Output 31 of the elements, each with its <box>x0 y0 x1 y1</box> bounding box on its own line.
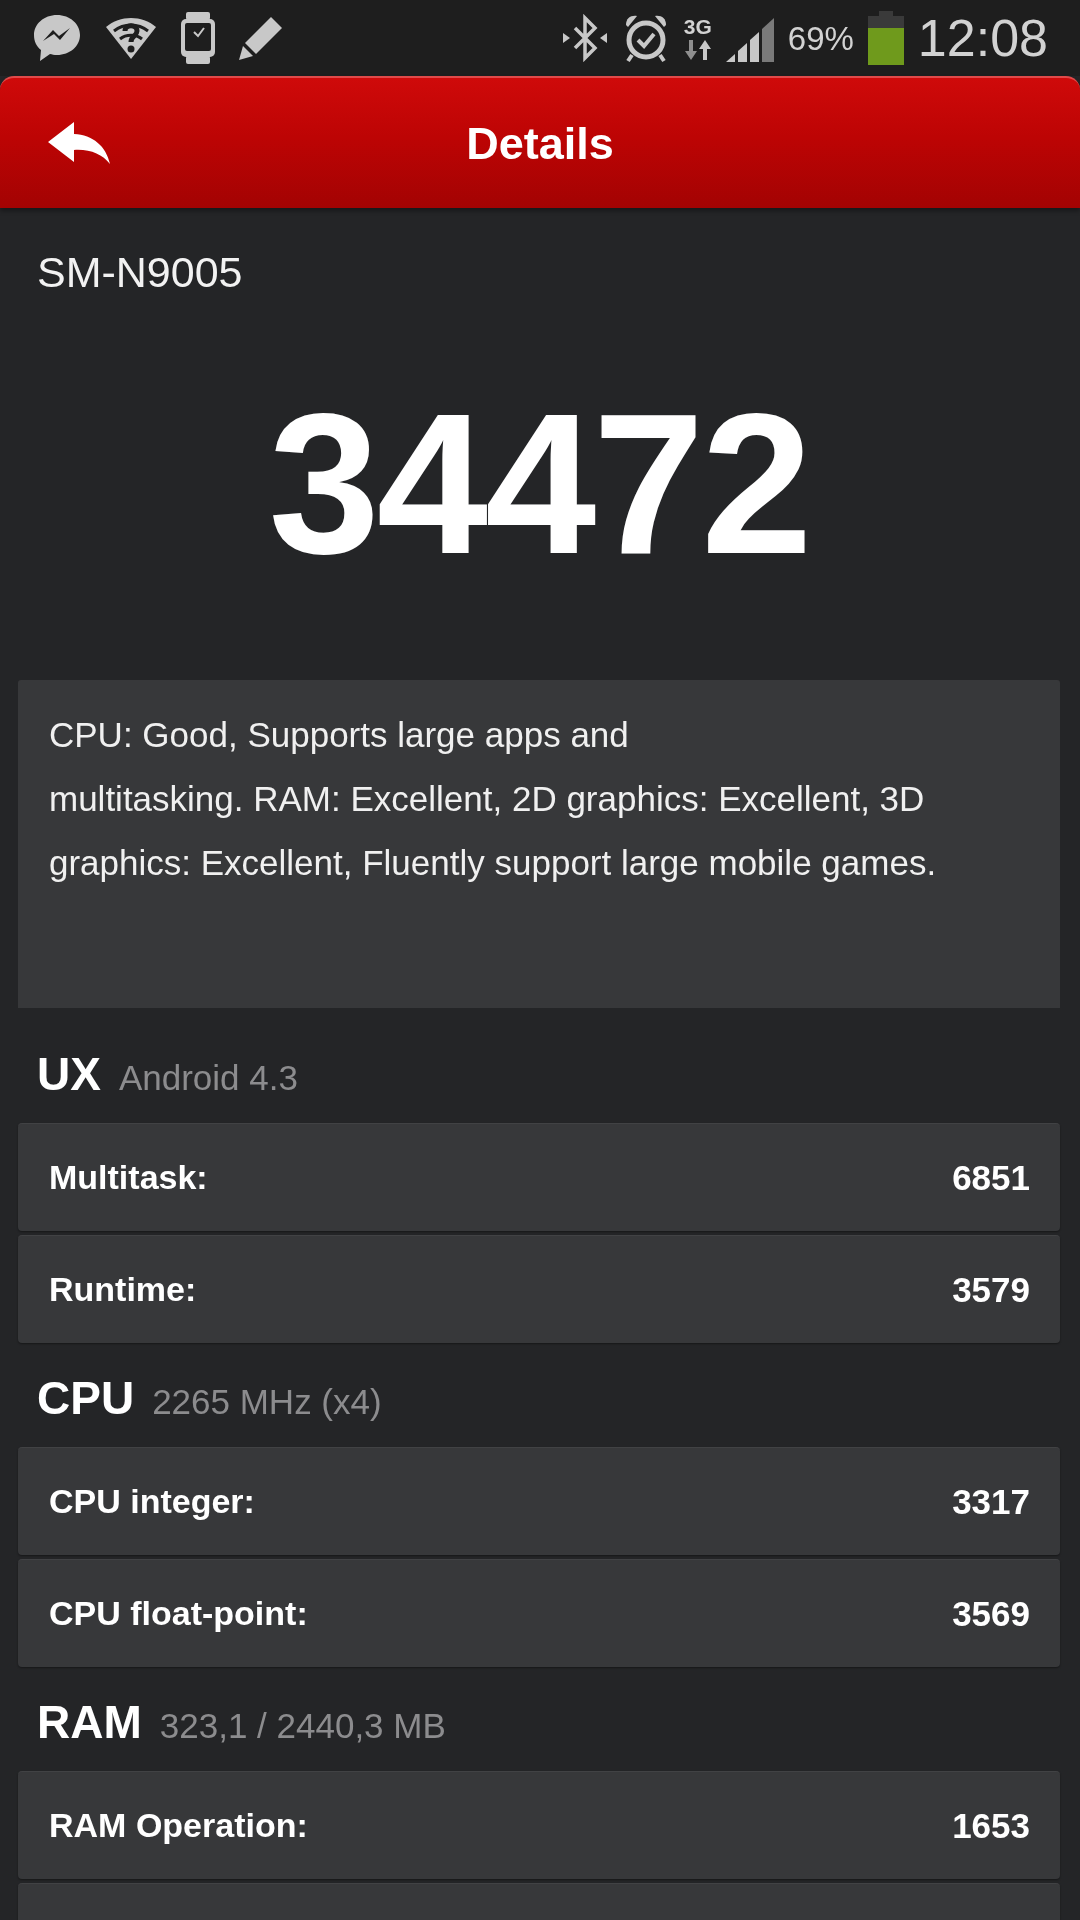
pencil-icon <box>238 15 284 61</box>
result-value: 3569 <box>952 1593 1030 1634</box>
wifi-question-icon <box>104 15 158 61</box>
result-label: CPU integer: <box>49 1482 255 1521</box>
section-title: CPU <box>37 1375 135 1421</box>
result-label: CPU float-point: <box>49 1594 308 1633</box>
result-label: Runtime: <box>49 1270 197 1309</box>
section-title: UX <box>37 1051 101 1097</box>
total-score: 34472 <box>267 374 811 594</box>
data-arrows-icon <box>683 38 712 61</box>
description-text: CPU: Good, Supports large apps and multitasking. RAM: Excellent, 2D graphics: Excellent, 3D graphics: Excellent, Fluently support large mobile games. <box>49 714 938 884</box>
result-value: 6851 <box>952 1157 1030 1198</box>
result-value: 3317 <box>952 1481 1030 1522</box>
page-title: Details <box>466 120 614 166</box>
battery-icon <box>867 11 904 65</box>
chat-bubble-icon <box>32 13 82 63</box>
result-label: Multitask: <box>49 1158 208 1197</box>
battery-percent: 69% <box>787 21 854 55</box>
device-model: SM-N9005 <box>37 248 244 296</box>
smartwatch-icon <box>180 12 216 64</box>
section-subtitle: Android 4.3 <box>118 1060 298 1095</box>
result-value: 3579 <box>952 1269 1030 1310</box>
back-arrow-icon <box>46 120 112 166</box>
section-subtitle: 323,1 / 2440,3 MB <box>159 1708 446 1743</box>
clock-time: 12:08 <box>917 12 1048 64</box>
result-label: RAM Operation: <box>49 1806 308 1845</box>
bluetooth-icon <box>561 14 608 62</box>
section-title: RAM <box>37 1699 142 1745</box>
result-value: 1653 <box>952 1805 1030 1846</box>
network-type-label: 3G <box>683 15 712 37</box>
section-subtitle: 2265 MHz (x4) <box>152 1384 382 1419</box>
